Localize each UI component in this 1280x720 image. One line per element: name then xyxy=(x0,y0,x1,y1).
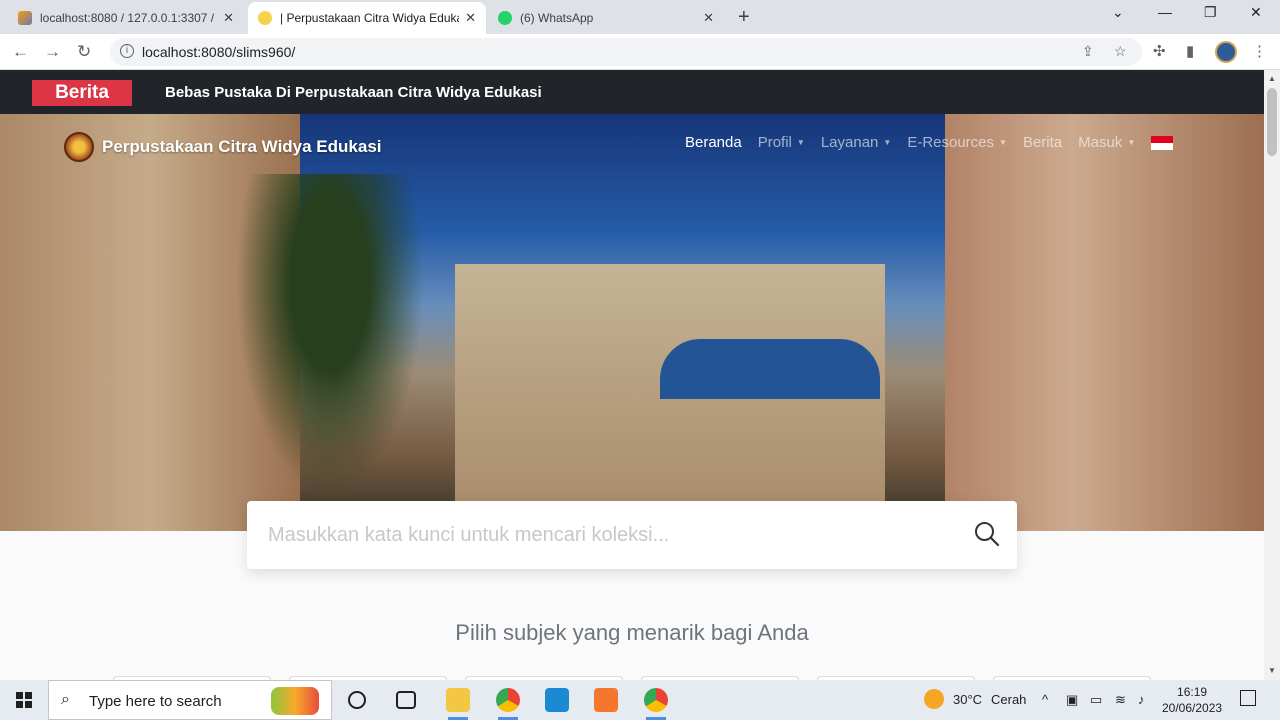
clock-date: 20/06/2023 xyxy=(1162,701,1223,715)
xampp-icon[interactable] xyxy=(594,688,618,712)
nav-e-resources[interactable]: E-Resources ▼ xyxy=(907,134,1007,151)
main-nav: Beranda Profil ▼ Layanan ▼ E-Resources ▼ Be… xyxy=(685,134,1174,151)
task-view-icon[interactable] xyxy=(396,691,416,709)
weather-temp[interactable]: 30°C xyxy=(953,692,982,707)
nav-berita[interactable]: Berita xyxy=(1023,134,1062,151)
tab-title: localhost:8080 / 127.0.0.1:3307 / xyxy=(40,11,215,25)
notifications-icon[interactable] xyxy=(1240,690,1256,706)
subject-heading: Pilih subjek yang menarik bagi Anda xyxy=(455,620,809,645)
news-badge: Berita xyxy=(32,80,132,106)
magnifier-icon: ⌕ xyxy=(61,691,70,708)
taskbar-search-box[interactable]: ⌕ Type here to search xyxy=(48,680,332,720)
close-tab-icon[interactable]: ✕ xyxy=(703,10,714,26)
smiley-favicon-icon xyxy=(258,11,272,25)
minimize-icon[interactable]: — xyxy=(1158,4,1172,20)
system-clock[interactable]: 16:19 20/06/2023 xyxy=(1162,684,1222,716)
close-tab-icon[interactable]: ✕ xyxy=(465,10,476,26)
cortana-icon[interactable] xyxy=(348,691,366,709)
windows-start-icon[interactable] xyxy=(16,692,32,708)
weather-condition[interactable]: Cerah xyxy=(991,692,1026,707)
nav-label: Layanan xyxy=(820,134,879,151)
volume-icon[interactable]: ♪ xyxy=(1138,692,1145,707)
news-ticker-text[interactable]: Bebas Pustaka Di Perpustakaan Citra Widy… xyxy=(165,84,542,101)
close-tab-icon[interactable]: ✕ xyxy=(223,10,234,26)
hero-banner-image: Perpustakaan Citra Widya Edukasi Beranda… xyxy=(0,114,1264,531)
close-window-icon[interactable]: ✕ xyxy=(1250,4,1262,21)
file-explorer-icon[interactable] xyxy=(446,688,470,720)
nav-label: Masuk xyxy=(1078,134,1123,151)
search-input[interactable]: Masukkan kata kunci untuk mencari koleks… xyxy=(268,524,669,547)
nav-beranda[interactable]: Beranda xyxy=(685,134,742,151)
forward-icon[interactable]: → xyxy=(44,42,61,62)
address-toolbar: ← → ↻ i localhost:8080/slims960/ ⇪ ☆ ✣ ▮… xyxy=(0,34,1280,70)
tab-title: (6) WhatsApp xyxy=(520,11,594,25)
nav-label: Profil xyxy=(757,134,792,151)
scroll-thumb[interactable] xyxy=(1267,88,1277,156)
nav-label: E-Resources xyxy=(907,134,995,151)
caret-down-icon: ▼ xyxy=(883,138,892,147)
nav-profil[interactable]: Profil ▼ xyxy=(758,134,805,151)
side-panel-icon[interactable]: ▮ xyxy=(1186,42,1194,60)
back-icon[interactable]: ← xyxy=(12,42,29,62)
chrome-icon[interactable] xyxy=(496,688,520,720)
weather-sun-icon[interactable] xyxy=(924,689,944,709)
clock-time: 16:19 xyxy=(1177,685,1208,699)
tray-chevron-icon[interactable]: ^ xyxy=(1042,692,1048,707)
page-scrollbar[interactable]: ▲ ▼ xyxy=(1264,70,1280,680)
device-icon[interactable]: ▣ xyxy=(1066,692,1078,708)
omnibox[interactable]: i localhost:8080/slims960/ ⇪ ☆ xyxy=(110,38,1142,66)
caret-down-icon: ▼ xyxy=(796,138,805,147)
news-ticker-bar: Berita Bebas Pustaka Di Perpustakaan Cit… xyxy=(0,70,1264,114)
tab-title: | Perpustakaan Citra Widya Edukasi xyxy=(280,11,460,25)
nav-label: Berita xyxy=(1022,134,1063,151)
caret-down-icon: ▼ xyxy=(999,138,1007,147)
extensions-icon[interactable]: ✣ xyxy=(1153,42,1166,60)
nav-layanan[interactable]: Layanan ▼ xyxy=(821,134,891,151)
phpmyadmin-icon xyxy=(18,11,32,25)
vscode-icon[interactable] xyxy=(545,688,569,712)
new-tab-icon[interactable]: + xyxy=(738,6,750,29)
menu-icon[interactable]: ⋮ xyxy=(1252,42,1267,60)
nav-masuk[interactable]: Masuk ▼ xyxy=(1078,134,1135,151)
caret-down-icon: ▼ xyxy=(1127,138,1136,147)
share-icon[interactable]: ⇪ xyxy=(1082,43,1094,60)
indonesia-flag-icon[interactable] xyxy=(1151,135,1174,150)
battery-icon[interactable]: ▭ xyxy=(1090,692,1102,708)
tab-search-chevron-icon[interactable]: ⌄ xyxy=(1112,4,1124,21)
whatsapp-icon xyxy=(498,11,512,25)
search-highlight-icon xyxy=(271,687,319,715)
page-viewport: Berita Bebas Pustaka Di Perpustakaan Cit… xyxy=(0,70,1264,680)
wifi-icon[interactable]: ≋ xyxy=(1115,692,1126,708)
windows-taskbar: ⌕ Type here to search 30°C Cerah ^ ▣ ▭ ≋… xyxy=(0,680,1280,720)
library-seal-icon xyxy=(64,132,94,162)
nav-label: Beranda xyxy=(685,134,742,151)
search-icon[interactable] xyxy=(974,521,1000,547)
scroll-up-arrow-icon[interactable]: ▲ xyxy=(1268,74,1276,83)
bookmark-star-icon[interactable]: ☆ xyxy=(1114,43,1127,60)
catalog-search-box[interactable]: Masukkan kata kunci untuk mencari koleks… xyxy=(247,501,1017,569)
url-text[interactable]: localhost:8080/slims960/ xyxy=(142,44,295,60)
site-name[interactable]: Perpustakaan Citra Widya Edukasi xyxy=(102,137,382,157)
taskbar-search-text[interactable]: Type here to search xyxy=(89,693,222,710)
reload-icon[interactable]: ↻ xyxy=(77,42,91,62)
restore-icon[interactable]: ❐ xyxy=(1204,4,1217,21)
tab-perpustakaan[interactable]: | Perpustakaan Citra Widya Edukasi ✕ xyxy=(248,2,486,34)
profile-avatar[interactable] xyxy=(1215,41,1237,63)
site-info-icon[interactable]: i xyxy=(120,44,134,58)
browser-tab-strip: localhost:8080 / 127.0.0.1:3307 / ✕ | Pe… xyxy=(0,0,1280,34)
chrome-profile-icon[interactable] xyxy=(644,688,668,720)
tab-whatsapp[interactable]: (6) WhatsApp ✕ xyxy=(488,2,724,34)
tab-phpmyadmin[interactable]: localhost:8080 / 127.0.0.1:3307 / ✕ xyxy=(8,2,244,34)
site-logo[interactable]: Perpustakaan Citra Widya Edukasi xyxy=(64,132,382,162)
scroll-down-arrow-icon[interactable]: ▼ xyxy=(1268,666,1276,675)
hero-shade xyxy=(0,114,1264,531)
